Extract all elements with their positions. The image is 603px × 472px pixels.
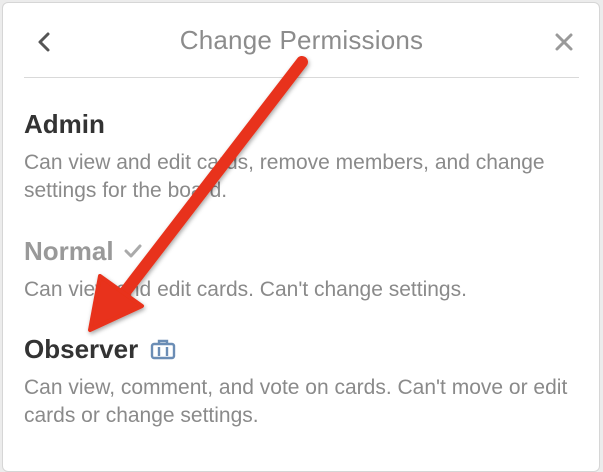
- business-class-icon: [150, 339, 176, 360]
- close-button[interactable]: [549, 27, 579, 57]
- permission-option-observer[interactable]: Observer Can view, comment, and vote on …: [24, 332, 575, 430]
- option-name-label: Observer: [24, 333, 139, 364]
- popover-title: Change Permissions: [179, 25, 424, 55]
- option-name: Normal: [24, 234, 575, 268]
- permission-option-normal[interactable]: Normal Can view and edit cards. Can't ch…: [24, 234, 575, 304]
- option-description: Can view and edit cards. Can't change se…: [24, 278, 467, 301]
- close-icon: [555, 33, 573, 51]
- change-permissions-popover: Change Permissions Admin Can view and ed…: [2, 2, 600, 472]
- option-name-label: Admin: [24, 108, 105, 139]
- check-icon: [124, 244, 142, 258]
- option-name: Admin: [24, 107, 575, 141]
- option-name-label: Normal: [24, 235, 114, 266]
- popover-header: Change Permissions: [24, 3, 579, 78]
- option-name: Observer: [24, 332, 575, 366]
- option-description: Can view, comment, and vote on cards. Ca…: [24, 376, 568, 427]
- option-description: Can view and edit cards, remove members,…: [24, 151, 545, 202]
- permission-option-admin[interactable]: Admin Can view and edit cards, remove me…: [24, 107, 575, 205]
